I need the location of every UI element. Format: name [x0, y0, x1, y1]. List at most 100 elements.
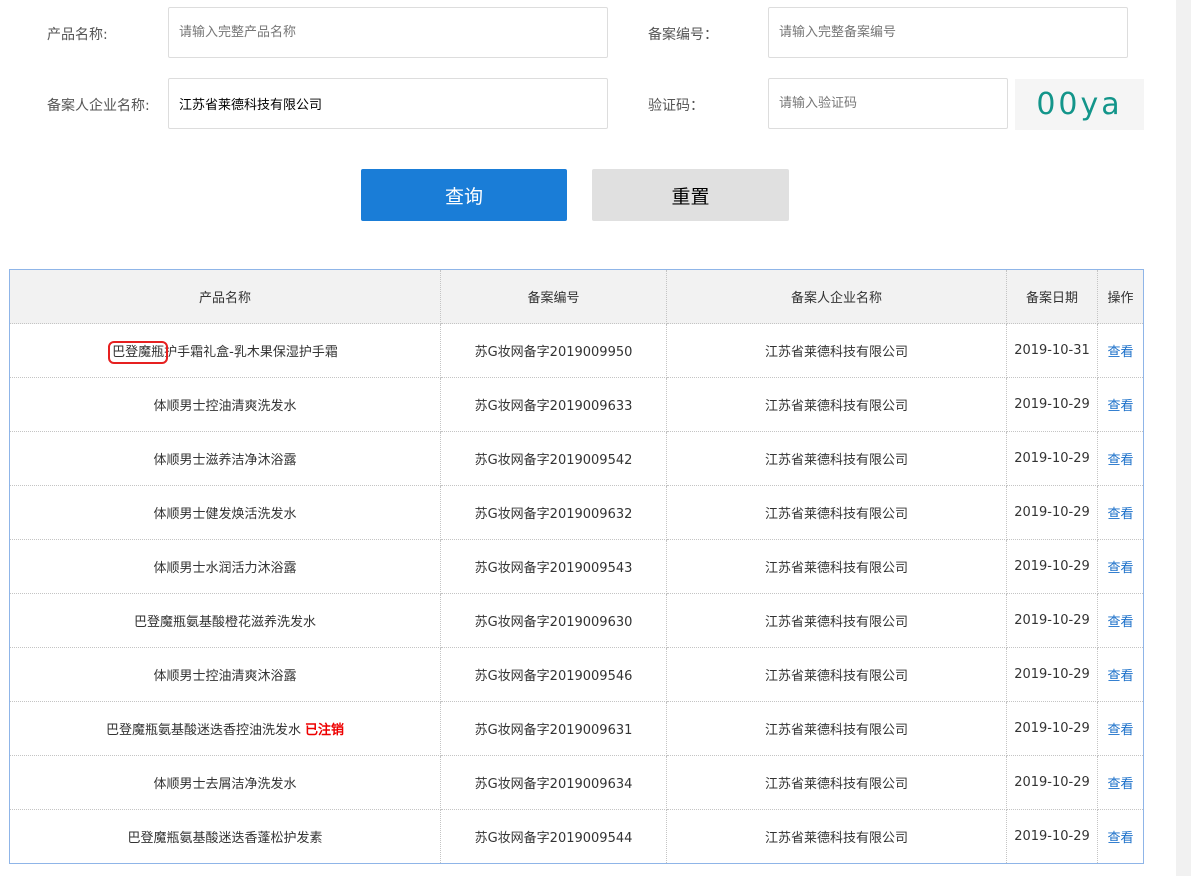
cell-product-name: 体顺男士去屑洁净洗发水	[9, 755, 441, 810]
cell-record-no: 苏G妆网备字2019009631	[440, 701, 667, 756]
product-name: 体顺男士滋养洁净沐浴露	[153, 453, 297, 468]
view-link[interactable]: 查看	[1107, 723, 1133, 738]
product-name: 体顺男士水润活力沐浴露	[153, 561, 297, 576]
table-header-row: 产品名称 备案编号 备案人企业名称 备案日期 操作	[9, 269, 1144, 324]
view-link[interactable]: 查看	[1107, 831, 1133, 846]
cell-action: 查看	[1097, 593, 1144, 648]
cell-action: 查看	[1097, 431, 1144, 486]
cell-record-no: 苏G妆网备字2019009542	[440, 431, 667, 486]
cell-action: 查看	[1097, 701, 1144, 756]
cell-company: 江苏省莱德科技有限公司	[666, 539, 1007, 594]
table-row: 体顺男士去屑洁净洗发水 苏G妆网备字2019009634 江苏省莱德科技有限公司…	[9, 755, 1144, 810]
cell-date: 2019-10-29	[1006, 809, 1098, 864]
cell-action: 查看	[1097, 647, 1144, 702]
cell-date: 2019-10-29	[1006, 485, 1098, 540]
cell-action: 查看	[1097, 809, 1144, 864]
table-row: 体顺男士控油清爽洗发水 苏G妆网备字2019009633 江苏省莱德科技有限公司…	[9, 377, 1144, 432]
product-name: 体顺男士健发焕活洗发水	[153, 507, 297, 522]
cell-date: 2019-10-29	[1006, 755, 1098, 810]
header-record-no: 备案编号	[440, 269, 667, 324]
view-link[interactable]: 查看	[1107, 561, 1133, 576]
cell-company: 江苏省莱德科技有限公司	[666, 809, 1007, 864]
captcha-input[interactable]	[768, 78, 1008, 129]
table-row: 巴登魔瓶氨基酸迷迭香蓬松护发素 苏G妆网备字2019009544 江苏省莱德科技…	[9, 809, 1144, 864]
product-name: 巴登魔瓶氨基酸迷迭香控油洗发水	[105, 723, 301, 738]
header-date: 备案日期	[1006, 269, 1098, 324]
cell-record-no: 苏G妆网备字2019009543	[440, 539, 667, 594]
cell-company: 江苏省莱德科技有限公司	[666, 377, 1007, 432]
cell-company: 江苏省莱德科技有限公司	[666, 647, 1007, 702]
record-no-input[interactable]	[768, 7, 1128, 58]
cell-action: 查看	[1097, 539, 1144, 594]
view-link[interactable]: 查看	[1107, 453, 1133, 468]
product-name: 巴登魔瓶氨基酸橙花滋养洗发水	[133, 615, 316, 630]
view-link[interactable]: 查看	[1107, 669, 1133, 684]
cell-product-name: 巴登魔瓶氨基酸迷迭香蓬松护发素	[9, 809, 441, 864]
captcha-label: 验证码：	[648, 98, 704, 114]
table-row: 体顺男士健发焕活洗发水 苏G妆网备字2019009632 江苏省莱德科技有限公司…	[9, 485, 1144, 540]
cell-product-name: 体顺男士滋养洁净沐浴露	[9, 431, 441, 486]
cell-company: 江苏省莱德科技有限公司	[666, 323, 1007, 378]
captcha-image[interactable]: 00ya	[1015, 79, 1144, 130]
cell-product-name: 巴登魔瓶护手霜礼盒-乳木果保湿护手霜	[9, 323, 441, 378]
cell-company: 江苏省莱德科技有限公司	[666, 593, 1007, 648]
cell-date: 2019-10-31	[1006, 323, 1098, 378]
cell-product-name: 巴登魔瓶氨基酸迷迭香控油洗发水 已注销	[9, 701, 441, 756]
view-link[interactable]: 查看	[1107, 777, 1133, 792]
product-name-label: 产品名称:	[47, 27, 108, 43]
table-row: 体顺男士控油清爽沐浴露 苏G妆网备字2019009546 江苏省莱德科技有限公司…	[9, 647, 1144, 702]
cell-action: 查看	[1097, 755, 1144, 810]
cell-company: 江苏省莱德科技有限公司	[666, 485, 1007, 540]
cell-product-name: 体顺男士控油清爽洗发水	[9, 377, 441, 432]
cell-company: 江苏省莱德科技有限公司	[666, 701, 1007, 756]
view-link[interactable]: 查看	[1107, 345, 1133, 360]
cell-record-no: 苏G妆网备字2019009950	[440, 323, 667, 378]
table-row: 巴登魔瓶护手霜礼盒-乳木果保湿护手霜 苏G妆网备字2019009950 江苏省莱…	[9, 323, 1144, 378]
cell-record-no: 苏G妆网备字2019009633	[440, 377, 667, 432]
cell-date: 2019-10-29	[1006, 647, 1098, 702]
cell-product-name: 巴登魔瓶氨基酸橙花滋养洗发水	[9, 593, 441, 648]
cell-product-name: 体顺男士健发焕活洗发水	[9, 485, 441, 540]
cell-company: 江苏省莱德科技有限公司	[666, 431, 1007, 486]
table-row: 体顺男士水润活力沐浴露 苏G妆网备字2019009543 江苏省莱德科技有限公司…	[9, 539, 1144, 594]
company-label: 备案人企业名称:	[47, 98, 150, 114]
cell-date: 2019-10-29	[1006, 377, 1098, 432]
table-row: 体顺男士滋养洁净沐浴露 苏G妆网备字2019009542 江苏省莱德科技有限公司…	[9, 431, 1144, 486]
product-name: 体顺男士控油清爽沐浴露	[153, 669, 297, 684]
cell-record-no: 苏G妆网备字2019009630	[440, 593, 667, 648]
cell-record-no: 苏G妆网备字2019009632	[440, 485, 667, 540]
cell-date: 2019-10-29	[1006, 701, 1098, 756]
header-product-name: 产品名称	[9, 269, 441, 324]
query-button[interactable]: 查询	[361, 169, 567, 221]
page-scrollbar[interactable]	[1176, 0, 1191, 876]
cell-record-no: 苏G妆网备字2019009546	[440, 647, 667, 702]
view-link[interactable]: 查看	[1107, 615, 1133, 630]
view-link[interactable]: 查看	[1107, 507, 1133, 522]
cell-date: 2019-10-29	[1006, 539, 1098, 594]
header-action: 操作	[1097, 269, 1144, 324]
cell-record-no: 苏G妆网备字2019009544	[440, 809, 667, 864]
search-highlight: 巴登魔瓶	[108, 341, 169, 364]
cell-product-name: 体顺男士控油清爽沐浴露	[9, 647, 441, 702]
cell-product-name: 体顺男士水润活力沐浴露	[9, 539, 441, 594]
product-name: 体顺男士控油清爽洗发水	[153, 399, 297, 414]
cell-record-no: 苏G妆网备字2019009634	[440, 755, 667, 810]
product-name: 护手霜礼盒-乳木果保湿护手霜	[164, 345, 338, 360]
reset-button[interactable]: 重置	[592, 169, 789, 221]
product-name: 巴登魔瓶氨基酸迷迭香蓬松护发素	[127, 831, 323, 846]
record-no-label: 备案编号：	[648, 27, 718, 43]
company-input[interactable]	[168, 78, 608, 129]
table-row: 巴登魔瓶氨基酸橙花滋养洗发水 苏G妆网备字2019009630 江苏省莱德科技有…	[9, 593, 1144, 648]
product-name-input[interactable]	[168, 7, 608, 58]
status-badge: 已注销	[305, 723, 345, 738]
results-table: 产品名称 备案编号 备案人企业名称 备案日期 操作 巴登魔瓶护手霜礼盒-乳木果保…	[9, 269, 1144, 864]
cell-action: 查看	[1097, 323, 1144, 378]
cell-company: 江苏省莱德科技有限公司	[666, 755, 1007, 810]
cell-date: 2019-10-29	[1006, 593, 1098, 648]
view-link[interactable]: 查看	[1107, 399, 1133, 414]
cell-action: 查看	[1097, 485, 1144, 540]
cell-date: 2019-10-29	[1006, 431, 1098, 486]
header-company: 备案人企业名称	[666, 269, 1007, 324]
product-name: 体顺男士去屑洁净洗发水	[153, 777, 297, 792]
cell-action: 查看	[1097, 377, 1144, 432]
